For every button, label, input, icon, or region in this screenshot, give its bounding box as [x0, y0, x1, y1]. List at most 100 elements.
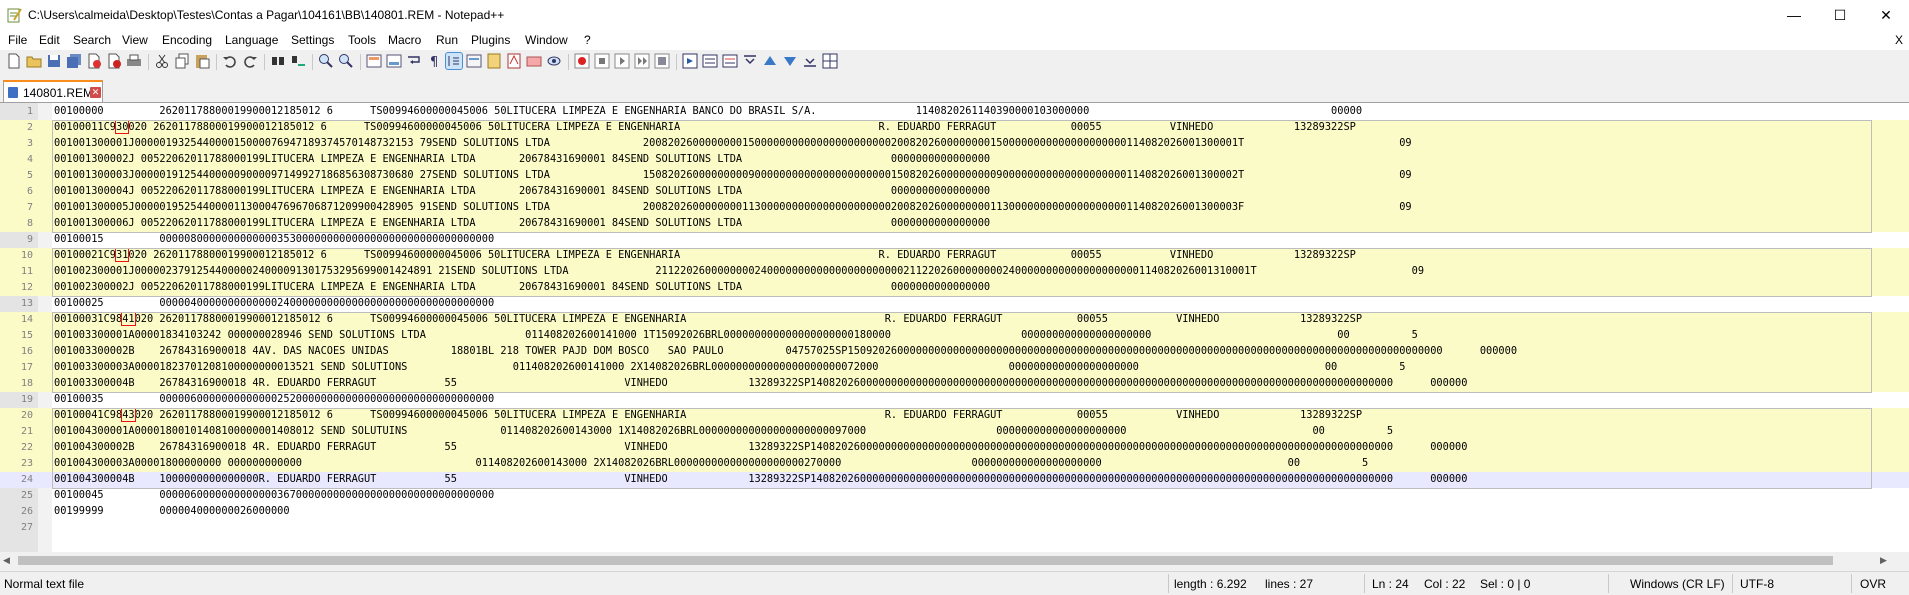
editor-line[interactable]: 5 001001300003J00000191254400000900009714… [0, 168, 1909, 184]
compare-last-icon[interactable] [802, 53, 818, 69]
editor-line[interactable]: 21 001004300001A0000180010140810000000140… [0, 424, 1909, 440]
editor-line[interactable]: 27 [0, 520, 1909, 536]
line-text-suffix: 020 26201178800019900012185012 6 TS00994… [134, 313, 1363, 325]
menu-encoding[interactable]: Encoding [162, 33, 212, 47]
editor-line[interactable]: 23 001004300003A00001800000000 0000000000… [0, 456, 1909, 472]
menu-help[interactable]: ? [584, 33, 591, 47]
highlight-mark: 31 [114, 248, 130, 262]
save-icon[interactable] [46, 53, 62, 69]
line-number: 2 [26, 122, 33, 133]
doc-map-icon[interactable] [486, 53, 502, 69]
close-document-button[interactable]: X [1895, 33, 1903, 47]
editor-line[interactable]: 17 001003300003A0000182370120810000000001… [0, 360, 1909, 376]
tab-140801-rem[interactable]: 140801.REM ✕ [3, 80, 103, 102]
paste-icon[interactable] [194, 53, 210, 69]
save-macro-icon[interactable] [654, 53, 670, 69]
maximize-button[interactable]: ☐ [1817, 0, 1863, 30]
menu-edit[interactable]: Edit [39, 33, 60, 47]
scroll-right-icon[interactable]: ▶ [1880, 555, 1887, 566]
editor-line[interactable]: 14 00100031C9841020 262011788000199000121… [0, 312, 1909, 328]
tab-close-icon[interactable]: ✕ [90, 87, 101, 98]
editor-line[interactable]: 4 001001300002J 00522062011788000199LITUC… [0, 152, 1909, 168]
svg-text:¶: ¶ [430, 55, 438, 69]
menu-language[interactable]: Language [225, 33, 278, 47]
line-text: 00100021C931020 262011788000199000121850… [54, 248, 1356, 262]
sync-h-icon[interactable] [386, 53, 402, 69]
menu-window[interactable]: Window [525, 33, 568, 47]
copy-icon[interactable] [174, 53, 190, 69]
compare-first-icon[interactable] [742, 53, 758, 69]
status-mode: OVR [1860, 577, 1887, 591]
status-col: Col : 22 [1424, 577, 1466, 591]
save-all-icon[interactable] [66, 53, 82, 69]
editor-line[interactable]: 19 00100035 00000600000000000002520000000… [0, 392, 1909, 408]
highlight-mark: 43 [121, 408, 136, 422]
scroll-thumb[interactable] [18, 556, 1833, 565]
editor-line[interactable]: 1 00100000 26201178800019900012185012 6 T… [0, 104, 1909, 120]
scroll-left-icon[interactable]: ◀ [3, 555, 10, 566]
editor-line[interactable]: 2 00100011C930020 26201178800019900012185… [0, 120, 1909, 136]
line-number: 15 [20, 330, 33, 341]
editor-line[interactable]: 3 001001300001J00000193254400001500007694… [0, 136, 1909, 152]
wrap-icon[interactable] [406, 53, 422, 69]
close-window-button[interactable]: ✕ [1863, 0, 1909, 30]
editor-line[interactable]: 8 001001300006J 00522062011788000199LITUC… [0, 216, 1909, 232]
editor-line[interactable]: 11 001002300001J0000023791254400000240000… [0, 264, 1909, 280]
menu-plugins[interactable]: Plugins [471, 33, 510, 47]
indent-guide-icon[interactable] [445, 52, 463, 70]
editor-line[interactable]: 16 001003300002B 26784316900018 4AV. DAS … [0, 344, 1909, 360]
editor-line[interactable]: 6 001001300004J 00522062011788000199LITUC… [0, 184, 1909, 200]
play-multi-icon[interactable] [634, 53, 650, 69]
all-chars-icon[interactable]: ¶ [426, 53, 442, 69]
editor-line[interactable]: 9 00100015 000008000000000000035300000000… [0, 232, 1909, 248]
menu-view[interactable]: View [122, 33, 148, 47]
compare-prev-icon[interactable] [762, 53, 778, 69]
editor-line[interactable]: 26 00199999 000004000000026000000 [0, 504, 1909, 520]
compare-settings-icon[interactable] [822, 53, 838, 69]
open-icon[interactable] [26, 53, 42, 69]
editor-line[interactable]: 7 001001300005J00000195254400001130004769… [0, 200, 1909, 216]
menu-search[interactable]: Search [73, 33, 111, 47]
cut-icon[interactable] [154, 53, 170, 69]
menu-run[interactable]: Run [436, 33, 458, 47]
play-icon[interactable] [614, 53, 630, 69]
editor-line[interactable]: 20 00100041C9843020 262011788000199000121… [0, 408, 1909, 424]
redo-icon[interactable] [242, 53, 258, 69]
find-icon[interactable] [270, 53, 286, 69]
undo-icon[interactable] [222, 53, 238, 69]
close-all-icon[interactable] [106, 53, 122, 69]
compare-icon[interactable] [702, 53, 718, 69]
menu-tools[interactable]: Tools [348, 33, 376, 47]
new-icon[interactable] [6, 53, 22, 69]
editor-line[interactable]: 25 00100045 00000600000000000003670000000… [0, 488, 1909, 504]
compare-next-icon[interactable] [722, 53, 738, 69]
menu-macro[interactable]: Macro [388, 33, 421, 47]
editor-line[interactable]: 12 001002300002J 00522062011788000199LITU… [0, 280, 1909, 296]
horizontal-scrollbar[interactable]: ◀ ▶ [0, 552, 1909, 569]
editor-line[interactable]: 13 00100025 00000400000000000002400000000… [0, 296, 1909, 312]
record-icon[interactable] [574, 53, 590, 69]
editor[interactable]: 1 00100000 26201178800019900012185012 6 T… [0, 103, 1909, 552]
zoom-out-icon[interactable] [338, 53, 354, 69]
minimize-button[interactable]: — [1771, 0, 1817, 30]
func-list-icon[interactable] [506, 53, 522, 69]
editor-line[interactable]: 10 00100021C931020 2620117880001990001218… [0, 248, 1909, 264]
compare-down-icon[interactable] [782, 53, 798, 69]
editor-line[interactable]: 15 001003300001A00001834103242 0000000289… [0, 328, 1909, 344]
print-icon[interactable] [126, 53, 142, 69]
zoom-in-icon[interactable] [318, 53, 334, 69]
menu-settings[interactable]: Settings [291, 33, 334, 47]
lang-icon[interactable] [466, 53, 482, 69]
doc-switch-icon[interactable] [682, 53, 698, 69]
editor-line[interactable]: 24 001004300004B 1000000000000000R. EDUAR… [0, 472, 1909, 488]
editor-line[interactable]: 18 001003300004B 26784316900018 4R. EDUAR… [0, 376, 1909, 392]
sync-v-icon[interactable] [366, 53, 382, 69]
replace-icon[interactable] [290, 53, 306, 69]
menu-file[interactable]: File [8, 33, 27, 47]
editor-line[interactable]: 22 001004300002B 26784316900018 4R. EDUAR… [0, 440, 1909, 456]
monitor-icon[interactable] [546, 53, 562, 69]
close-icon[interactable] [86, 53, 102, 69]
folder-ws-icon[interactable] [526, 53, 542, 69]
line-number: 11 [20, 266, 33, 277]
stop-icon[interactable] [594, 53, 610, 69]
